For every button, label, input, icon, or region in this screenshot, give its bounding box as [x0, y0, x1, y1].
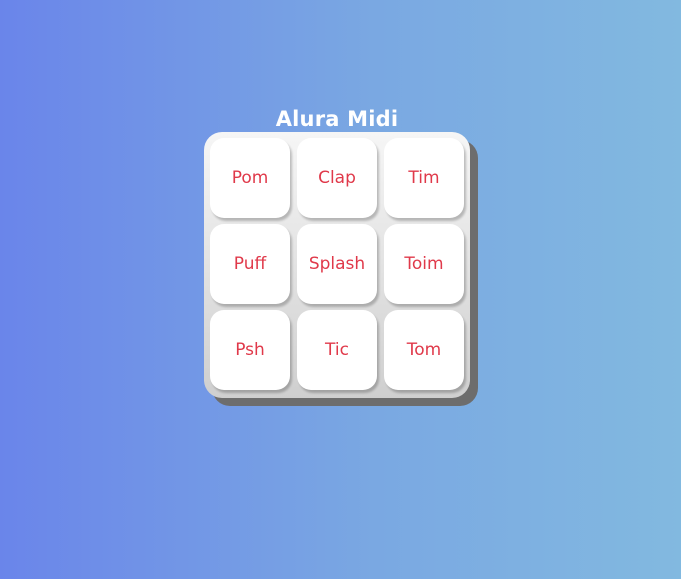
- key-pom-button[interactable]: Pom: [210, 138, 290, 218]
- key-toim-button[interactable]: Toim: [384, 224, 464, 304]
- key-tim-button[interactable]: Tim: [384, 138, 464, 218]
- keypad: Pom Clap Tim Puff Splash Toim Psh Tic To…: [204, 132, 470, 398]
- app-title: Alura Midi: [275, 107, 399, 132]
- key-tom-button[interactable]: Tom: [384, 310, 464, 390]
- key-puff-button[interactable]: Puff: [210, 224, 290, 304]
- key-tic-button[interactable]: Tic: [297, 310, 377, 390]
- key-splash-button[interactable]: Splash: [297, 224, 377, 304]
- key-psh-button[interactable]: Psh: [210, 310, 290, 390]
- key-clap-button[interactable]: Clap: [297, 138, 377, 218]
